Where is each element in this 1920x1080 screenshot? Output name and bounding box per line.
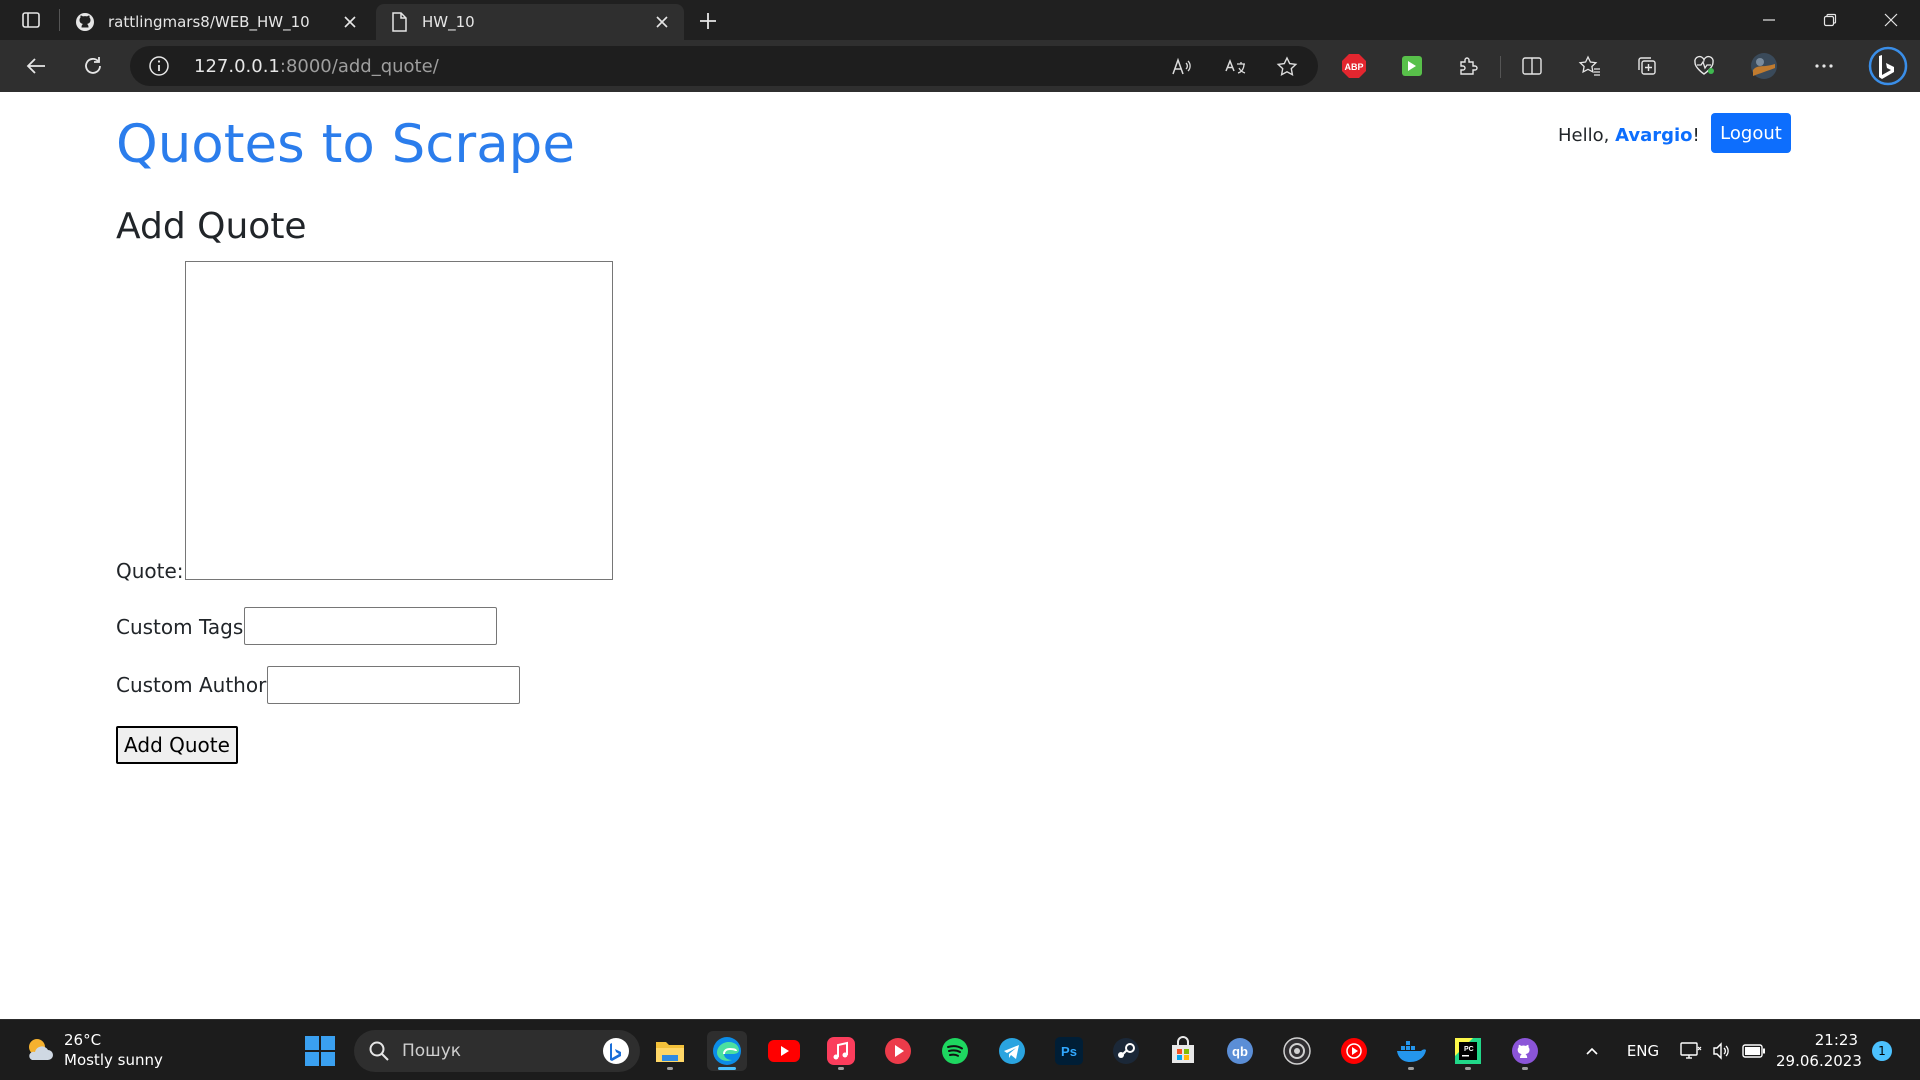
partly-sunny-icon [29, 1039, 53, 1060]
greeting-prefix: Hello, [1558, 125, 1616, 146]
language-indicator[interactable]: ENG [1620, 1020, 1666, 1080]
windows-start-icon[interactable] [304, 1035, 336, 1067]
spotify-icon[interactable] [935, 1031, 975, 1071]
svg-text:PC: PC [1464, 1046, 1474, 1053]
favorites-icon[interactable] [1574, 50, 1606, 82]
close-icon[interactable] [650, 10, 674, 34]
taskbar-search[interactable]: Пошук [354, 1030, 640, 1072]
pycharm-icon[interactable]: PC [1448, 1031, 1488, 1071]
browser-tab-strip: rattlingmars8/WEB_HW_10 HW_10 [0, 0, 1920, 40]
svg-text:qb: qb [1232, 1044, 1248, 1059]
web-page: Quotes to Scrape Hello, Avargio! Logout … [0, 92, 1920, 1019]
browser-toolbar: 127.0.0.1:8000/add_quote/ ABP [0, 40, 1920, 92]
restore-icon[interactable] [1801, 0, 1859, 40]
profile-avatar[interactable] [1748, 50, 1780, 82]
steam-icon[interactable] [1106, 1031, 1146, 1071]
qbittorrent-icon[interactable]: qb [1220, 1031, 1260, 1071]
toolbar-separator [1500, 56, 1501, 78]
file-explorer-icon[interactable] [650, 1031, 690, 1071]
quote-textarea[interactable] [185, 261, 613, 580]
split-screen-icon[interactable] [1516, 50, 1548, 82]
running-indicator [1465, 1067, 1471, 1070]
tab-github[interactable]: rattlingmars8/WEB_HW_10 [62, 4, 372, 40]
github-icon [74, 11, 96, 33]
custom-tags-input[interactable] [244, 607, 497, 645]
logout-button[interactable]: Logout [1711, 113, 1791, 153]
obs-icon[interactable] [1277, 1031, 1317, 1071]
youtube-music-icon[interactable] [1334, 1031, 1374, 1071]
search-placeholder: Пошук [402, 1041, 462, 1061]
custom-author-input[interactable] [267, 666, 520, 704]
tab-actions-icon[interactable] [15, 4, 47, 36]
volume-icon[interactable] [1706, 1020, 1736, 1080]
telegram-icon[interactable] [992, 1031, 1032, 1071]
youtube-icon[interactable] [764, 1031, 804, 1071]
info-icon[interactable] [148, 55, 170, 77]
tab-title: HW_10 [422, 13, 475, 31]
svg-text:ABP: ABP [1344, 62, 1363, 72]
close-icon[interactable] [338, 10, 362, 34]
media-player-icon[interactable] [878, 1031, 918, 1071]
translate-icon[interactable] [1220, 52, 1250, 82]
collections-icon[interactable] [1631, 50, 1663, 82]
running-indicator [667, 1067, 673, 1070]
weather-desc: Mostly sunny [64, 1051, 163, 1069]
add-quote-button[interactable]: Add Quote [116, 726, 238, 764]
extensions-puzzle-icon[interactable] [1452, 50, 1484, 82]
page-icon [388, 11, 410, 33]
music-app-icon[interactable] [821, 1031, 861, 1071]
clock-date: 29.06.2023 [1776, 1052, 1862, 1070]
custom-tags-label: Custom Tags: [116, 615, 250, 639]
edge-icon[interactable] [707, 1031, 747, 1071]
tab-hw10[interactable]: HW_10 [376, 4, 684, 40]
windows-taskbar: 26°C Mostly sunny Пошук Ps qb PC ENG 21:… [0, 1019, 1920, 1080]
more-options-icon[interactable] [1808, 50, 1840, 82]
docker-icon[interactable] [1391, 1031, 1431, 1071]
custom-author-label: Custom Author: [116, 673, 273, 697]
tab-separator [59, 9, 60, 31]
bing-icon[interactable] [602, 1037, 630, 1065]
new-tab-icon[interactable] [694, 7, 722, 35]
address-bar[interactable]: 127.0.0.1:8000/add_quote/ [130, 46, 1318, 86]
username-link[interactable]: Avargio [1615, 125, 1692, 146]
running-indicator [1408, 1067, 1414, 1070]
user-greeting: Hello, Avargio! [1558, 125, 1700, 146]
running-indicator [838, 1067, 844, 1070]
running-indicator [718, 1067, 736, 1070]
site-title-link[interactable]: Quotes to Scrape [116, 114, 575, 175]
url-path: :8000/add_quote/ [279, 56, 439, 77]
search-icon [369, 1041, 389, 1061]
back-arrow-icon[interactable] [18, 48, 54, 84]
weather-widget[interactable]: 26°C Mostly sunny [24, 1030, 163, 1070]
quote-label: Quote: [116, 559, 184, 583]
bing-copilot-icon[interactable] [1868, 46, 1908, 86]
refresh-icon[interactable] [75, 48, 111, 84]
page-heading: Add Quote [116, 206, 307, 247]
svg-text:Ps: Ps [1061, 1044, 1077, 1059]
tray-chevron-up-icon[interactable] [1578, 1020, 1606, 1080]
greeting-suffix: ! [1692, 125, 1700, 146]
url-text: 127.0.0.1:8000/add_quote/ [194, 56, 439, 77]
clock-time: 21:23 [1814, 1031, 1858, 1049]
running-indicator [1522, 1067, 1528, 1070]
minimize-icon[interactable] [1740, 0, 1798, 40]
favorite-star-icon[interactable] [1272, 52, 1302, 82]
read-aloud-icon[interactable] [1166, 52, 1196, 82]
notification-badge[interactable]: 1 [1872, 1041, 1892, 1061]
network-icon[interactable] [1676, 1020, 1706, 1080]
adblock-plus-icon[interactable]: ABP [1338, 50, 1370, 82]
browser-essentials-icon[interactable] [1688, 50, 1720, 82]
photoshop-icon[interactable]: Ps [1049, 1031, 1089, 1071]
microsoft-store-icon[interactable] [1163, 1031, 1203, 1071]
green-extension-icon[interactable] [1396, 50, 1428, 82]
close-window-icon[interactable] [1862, 0, 1920, 40]
github-desktop-icon[interactable] [1505, 1031, 1545, 1071]
tab-title: rattlingmars8/WEB_HW_10 [108, 13, 310, 31]
taskbar-clock[interactable]: 21:23 29.06.2023 [1776, 1030, 1862, 1072]
url-host: 127.0.0.1 [194, 56, 280, 77]
weather-temp: 26°C [64, 1031, 102, 1049]
battery-icon[interactable] [1738, 1020, 1770, 1080]
